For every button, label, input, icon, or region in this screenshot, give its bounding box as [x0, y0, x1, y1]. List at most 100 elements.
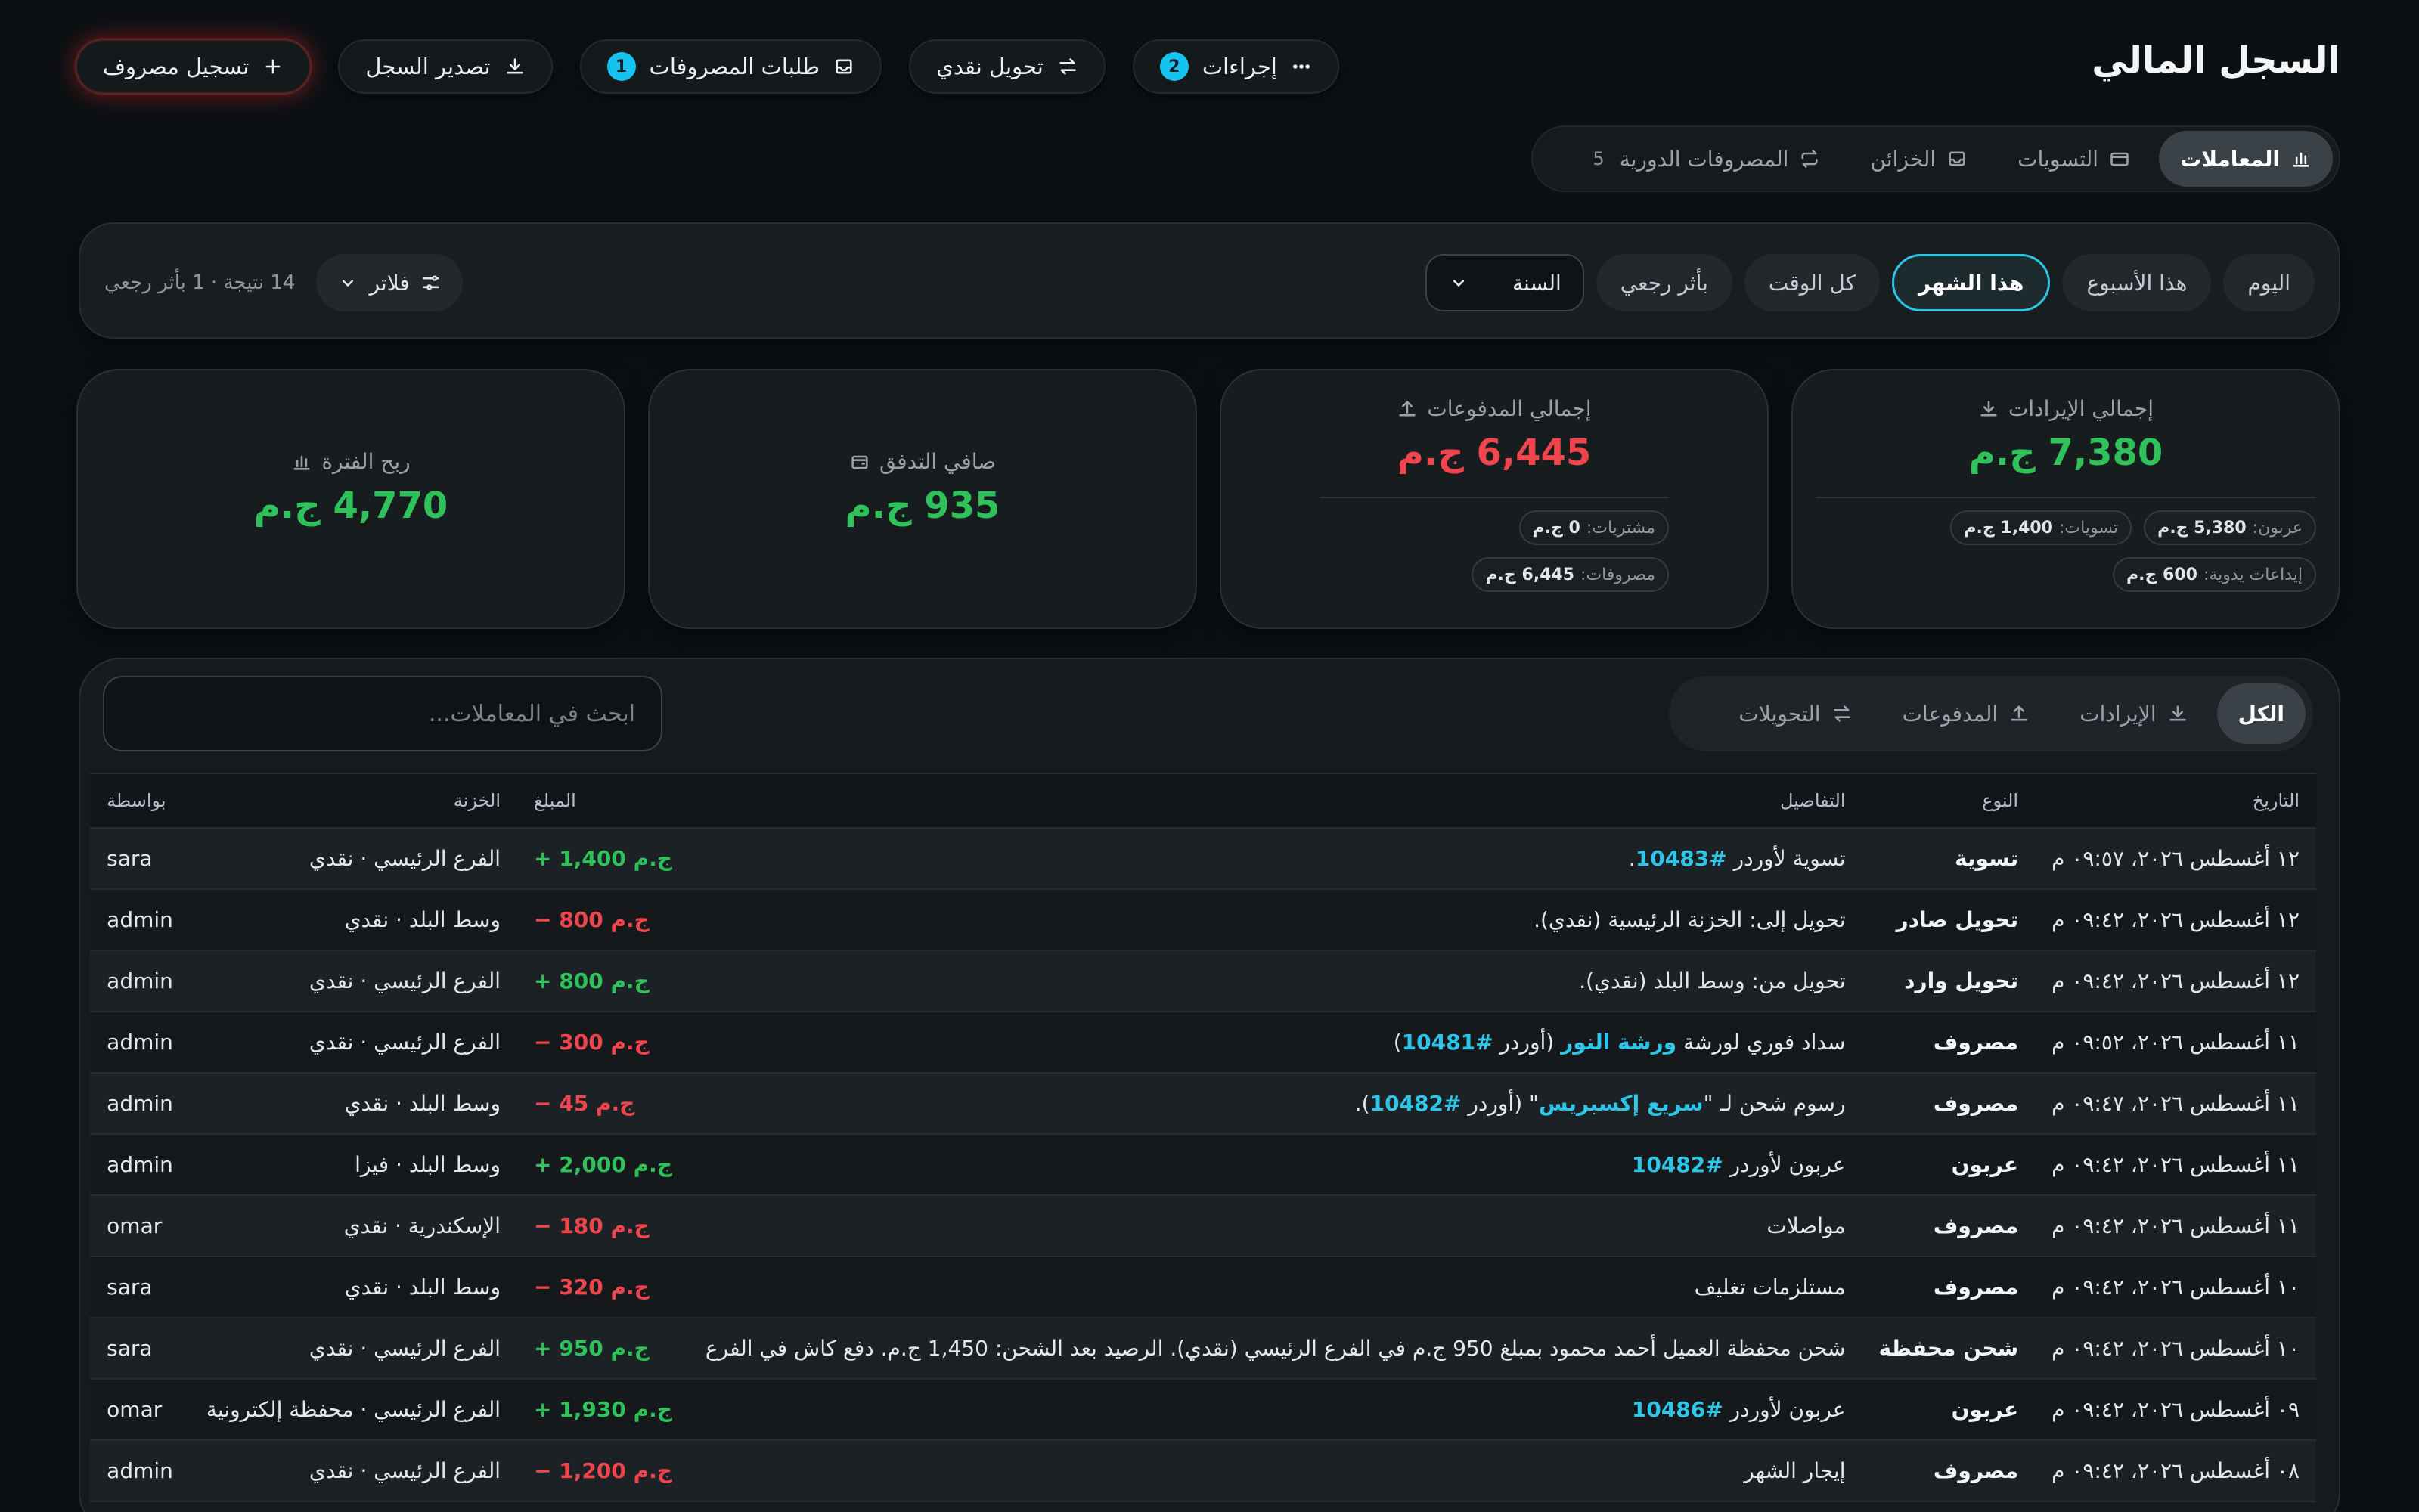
- details-link[interactable]: #10483: [1636, 846, 1727, 871]
- column-amount[interactable]: المبلغ: [517, 773, 689, 829]
- row-type: تسوية: [1862, 828, 2036, 890]
- tab-recurring[interactable]: المصروفات الدورية 5: [1571, 131, 1841, 187]
- row-type: مصروف: [1862, 1073, 2036, 1135]
- table-row[interactable]: ١١ أغسطس ٢٠٢٦، ٠٩:٤٢ م مصروف مواصلات − 180 …: [90, 1195, 2316, 1257]
- row-treasury: الفرع الرئيسي · نقدي: [189, 950, 518, 1012]
- table-row[interactable]: ١٠ أغسطس ٢٠٢٦، ٠٩:٤٢ م شحن محفظة شحن محفظة…: [90, 1318, 2316, 1380]
- export-ledger-label: تصدير السجل: [365, 54, 491, 79]
- details-link[interactable]: #10486: [1632, 1397, 1723, 1422]
- column-date[interactable]: التاريخ: [2035, 773, 2316, 829]
- row-by: admin: [90, 1134, 190, 1196]
- add-expense-button[interactable]: تسجيل مصروف: [76, 39, 312, 94]
- details-link[interactable]: #10481: [1402, 1030, 1493, 1055]
- chip-value: 0 ج.م: [1532, 518, 1580, 538]
- column-by[interactable]: بواسطة: [90, 773, 190, 829]
- search-input[interactable]: [103, 676, 662, 751]
- row-treasury: الإسكندرية · نقدي: [189, 1195, 518, 1257]
- table-row[interactable]: ٠٨ أغسطس ٢٠٢٦، ٠٩:٤٢ م مصروف إيجار الشهر − …: [90, 1440, 2316, 1502]
- chip-expenses: مصروفات: 6,445 ج.م: [1472, 557, 1669, 592]
- period-profit-title: ربح الفترة: [321, 449, 411, 474]
- expense-requests-button[interactable]: طلبات المصروفات 1: [579, 39, 882, 94]
- row-amount: + 2,000 ج.م: [517, 1134, 689, 1196]
- row-details: إيجار الشهر: [688, 1440, 1862, 1502]
- details-text: إيجار الشهر: [1744, 1458, 1846, 1483]
- cash-transfer-label: تحويل نقدي: [936, 54, 1044, 79]
- details-link[interactable]: ورشة النور: [1561, 1030, 1676, 1055]
- tab-settlements[interactable]: التسويات: [1996, 131, 2151, 187]
- column-type[interactable]: النوع: [1862, 773, 2036, 829]
- details-text: ).: [1354, 1091, 1370, 1116]
- ledger-tab-all[interactable]: الكل: [2216, 683, 2306, 744]
- table-row[interactable]: ١١ أغسطس ٢٠٢٦، ٠٩:٥٢ م مصروف سداد فوري لور…: [90, 1012, 2316, 1074]
- row-treasury: وسط البلد · نقدي: [189, 889, 518, 951]
- chevron-down-icon: [337, 272, 358, 293]
- table-header-row: التاريخ النوع التفاصيل المبلغ الخزنة بوا…: [90, 773, 2316, 829]
- period-retroactive[interactable]: بأثر رجعي: [1596, 254, 1732, 311]
- row-by: admin: [90, 950, 190, 1012]
- row-type: تحويل صادر: [1862, 889, 2036, 951]
- chip-label: إيداعات يدوية:: [2203, 565, 2303, 584]
- table-row[interactable]: ٠٩ أغسطس ٢٠٢٦، ٠٩:٤٢ م عربون عربون لأوردر …: [90, 1379, 2316, 1441]
- chip-value: 6,445 ج.م: [1485, 565, 1575, 584]
- period-this-month[interactable]: هذا الشهر: [1892, 254, 2051, 311]
- period-this-week[interactable]: هذا الأسبوع: [2062, 254, 2212, 311]
- row-date: ١٠ أغسطس ٢٠٢٦، ٠٩:٤٢ م: [2035, 1318, 2316, 1380]
- tab-transactions[interactable]: المعاملات: [2159, 131, 2333, 187]
- payments-title: إجمالي المدفوعات: [1427, 396, 1592, 421]
- payments-breakdown: مشتريات: 0 ج.م مصروفات: 6,445 ج.م: [1221, 498, 1767, 592]
- period-today[interactable]: اليوم: [2223, 254, 2315, 311]
- details-link[interactable]: سريع إكسبريس: [1539, 1091, 1704, 1116]
- expense-requests-badge: 1: [606, 52, 636, 81]
- cash-transfer-button[interactable]: تحويل نقدي: [909, 39, 1106, 94]
- column-treasury[interactable]: الخزنة: [189, 773, 518, 829]
- details-text: رسوم شحن لـ ": [1703, 1091, 1846, 1116]
- row-amount: − 800 ج.م: [517, 889, 689, 951]
- row-amount: + 1,930 ج.م: [517, 1379, 689, 1441]
- chip-value: 600 ج.م: [2126, 565, 2197, 584]
- table-row[interactable]: ١١ أغسطس ٢٠٢٦، ٠٩:٤٧ م مصروف رسوم شحن لـ "…: [90, 1073, 2316, 1135]
- row-treasury: الفرع الرئيسي · نقدي: [189, 1012, 518, 1074]
- year-select[interactable]: السنة: [1425, 254, 1584, 311]
- filter-controls: فلاتر 14 نتيجة · 1 بأثر رجعي: [104, 254, 463, 311]
- page-title: السجل المالي: [2092, 39, 2340, 82]
- more-actions-button[interactable]: إجراءات 2: [1132, 39, 1339, 94]
- ledger-tab-revenue[interactable]: الإيرادات: [2058, 683, 2209, 744]
- tab-settlements-label: التسويات: [2017, 146, 2099, 172]
- row-date: ١٠ أغسطس ٢٠٢٦، ٠٩:٤٢ م: [2035, 1256, 2316, 1318]
- details-text: عربون لأوردر: [1723, 1152, 1846, 1177]
- export-ledger-button[interactable]: تصدير السجل: [338, 39, 553, 94]
- period-all-time[interactable]: كل الوقت: [1744, 254, 1880, 311]
- ledger-tab-payments[interactable]: المدفوعات: [1881, 683, 2051, 744]
- ledger-tab-revenue-label: الإيرادات: [2079, 701, 2157, 727]
- row-treasury: الفرع الرئيسي · نقدي: [189, 828, 518, 890]
- transfer-icon: [1057, 56, 1078, 77]
- column-details[interactable]: التفاصيل: [688, 773, 1862, 829]
- row-amount: + 1,400 ج.م: [517, 828, 689, 890]
- tab-treasuries[interactable]: الخزائن: [1849, 131, 1989, 187]
- row-details: عربون لأوردر #10482: [688, 1134, 1862, 1196]
- table-row[interactable]: ١٢ أغسطس ٢٠٢٦، ٠٩:٤٢ م تحويل صادر تحويل إل…: [90, 889, 2316, 951]
- row-amount: − 180 ج.م: [517, 1195, 689, 1257]
- ledger-type-tabs: الكل الإيرادات المدفوعات التحويلات: [1669, 676, 2313, 751]
- table-row[interactable]: ١٢ أغسطس ٢٠٢٦، ٠٩:٥٧ م تسوية تسوية لأوردر …: [90, 828, 2316, 890]
- ledger-tab-transfers[interactable]: التحويلات: [1717, 683, 1873, 744]
- ledger-panel: الكل الإيرادات المدفوعات التحويلات التار…: [79, 658, 2340, 1512]
- table-row[interactable]: ١٢ أغسطس ٢٠٢٦، ٠٩:٤٢ م تحويل وارد تحويل من…: [90, 950, 2316, 1012]
- more-actions-badge: 2: [1159, 52, 1189, 81]
- row-amount: − 45 ج.م: [517, 1073, 689, 1135]
- table-row[interactable]: ١٠ أغسطس ٢٠٢٦، ٠٩:٤٢ م مصروف مستلزمات تغلي…: [90, 1256, 2316, 1318]
- wallet-icon: [849, 451, 870, 472]
- ledger-rows: ١٢ أغسطس ٢٠٢٦، ٠٩:٥٧ م تسوية تسوية لأوردر …: [90, 828, 2316, 1502]
- row-amount: − 300 ج.م: [517, 1012, 689, 1074]
- table-row[interactable]: ١١ أغسطس ٢٠٢٦، ٠٩:٤٢ م عربون عربون لأوردر …: [90, 1134, 2316, 1196]
- row-treasury: وسط البلد · نقدي: [189, 1256, 518, 1318]
- upload-icon: [2008, 703, 2030, 724]
- more-actions-label: إجراءات: [1202, 54, 1277, 79]
- filters-button[interactable]: فلاتر: [316, 254, 463, 311]
- inbox-icon: [833, 56, 854, 77]
- row-details: عربون لأوردر #10486: [688, 1379, 1862, 1441]
- row-date: ١١ أغسطس ٢٠٢٦، ٠٩:٤٢ م: [2035, 1195, 2316, 1257]
- net-flow-title: صافي التدفق: [879, 449, 997, 474]
- details-link[interactable]: #10482: [1370, 1091, 1462, 1116]
- details-link[interactable]: #10482: [1632, 1152, 1723, 1177]
